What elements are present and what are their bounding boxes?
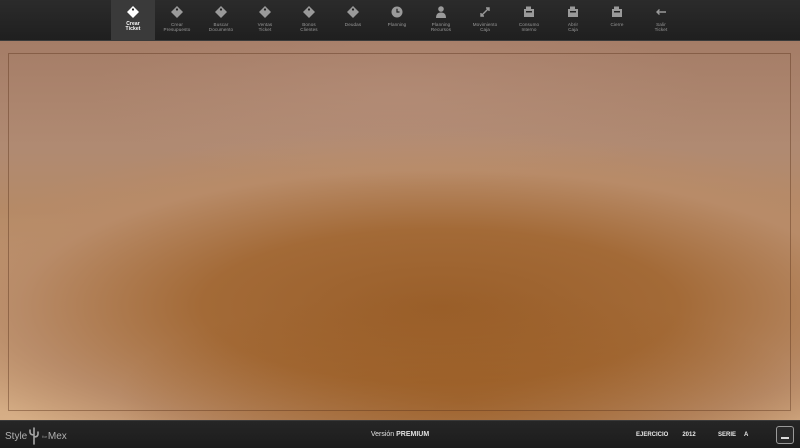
register-icon — [566, 5, 580, 19]
toolbar-button-2[interactable]: Buscar Documento — [199, 0, 243, 41]
serie-label: SERIE — [718, 432, 737, 438]
toolbar-button-label: Movimiento Caja — [472, 22, 498, 33]
tag-icon — [126, 5, 140, 19]
toolbar-button-5[interactable]: Deudas — [331, 0, 375, 41]
toolbar-button-label: Crear Ticket — [125, 21, 141, 33]
person-icon — [434, 5, 448, 19]
toolbar-button-4[interactable]: Bonos Clientes — [287, 0, 331, 41]
register-icon — [610, 5, 624, 19]
tag-icon — [302, 5, 316, 19]
toolbar-button-11[interactable]: Cierre — [595, 0, 639, 41]
toolbar-button-9[interactable]: Consumo Interno — [507, 0, 551, 41]
toolbar-button-label: Consumo Interno — [518, 22, 540, 33]
tag-icon — [346, 5, 360, 19]
serie-indicator: SERIE A — [718, 432, 748, 438]
toolbar-button-label: Salir Ticket — [654, 22, 668, 33]
toolbar-button-label: Ventas Ticket — [257, 22, 273, 33]
tag-icon — [214, 5, 228, 19]
toolbar-button-0[interactable]: Crear Ticket — [111, 0, 155, 41]
toolbar-button-label: Bonos Clientes — [300, 22, 318, 33]
toolbar-button-8[interactable]: Movimiento Caja — [463, 0, 507, 41]
toolbar-button-6[interactable]: Planning — [375, 0, 419, 41]
tag-icon — [258, 5, 272, 19]
main-toolbar: Crear Ticket Crear Presupuesto Buscar Docu… — [0, 0, 800, 41]
toolbar-button-label: Cierre — [610, 22, 624, 27]
version-prefix: Versión — [370, 431, 395, 438]
toolbar-button-7[interactable]: Planning Recursos — [419, 0, 463, 41]
toolbar-button-label: Buscar Documento — [208, 22, 234, 33]
serie-value: A — [744, 432, 749, 438]
toolbar-button-1[interactable]: Crear Presupuesto — [155, 0, 199, 41]
version-name: PREMIUM — [396, 431, 430, 438]
toolbar-button-10[interactable]: Abrir Caja — [551, 0, 595, 41]
toolbar-button-3[interactable]: Ventas Ticket — [243, 0, 287, 41]
transfer-icon — [478, 5, 492, 19]
ejercicio-indicator: EJERCICIO 2012 — [636, 432, 696, 438]
toolbar-button-label: Planning Recursos — [430, 22, 452, 33]
status-bar: Style for Mex Versión PREMIUM EJERCICIO … — [0, 420, 800, 448]
exit-arrow-icon — [654, 5, 668, 19]
clock-icon — [390, 5, 404, 19]
ejercicio-value: 2012 — [682, 432, 696, 438]
minimize-button[interactable] — [776, 426, 794, 444]
tag-icon — [170, 5, 184, 19]
toolbar-button-label: Deudas — [344, 22, 362, 27]
register-icon — [522, 5, 536, 19]
workspace-frame — [8, 53, 791, 411]
toolbar-button-12[interactable]: Salir Ticket — [639, 0, 683, 41]
toolbar-button-label: Crear Presupuesto — [163, 22, 191, 33]
desktop-background — [0, 41, 800, 420]
ejercicio-label: EJERCICIO — [636, 432, 669, 438]
toolbar-button-label: Abrir Caja — [567, 22, 579, 33]
toolbar-button-label: Planning — [387, 22, 407, 27]
